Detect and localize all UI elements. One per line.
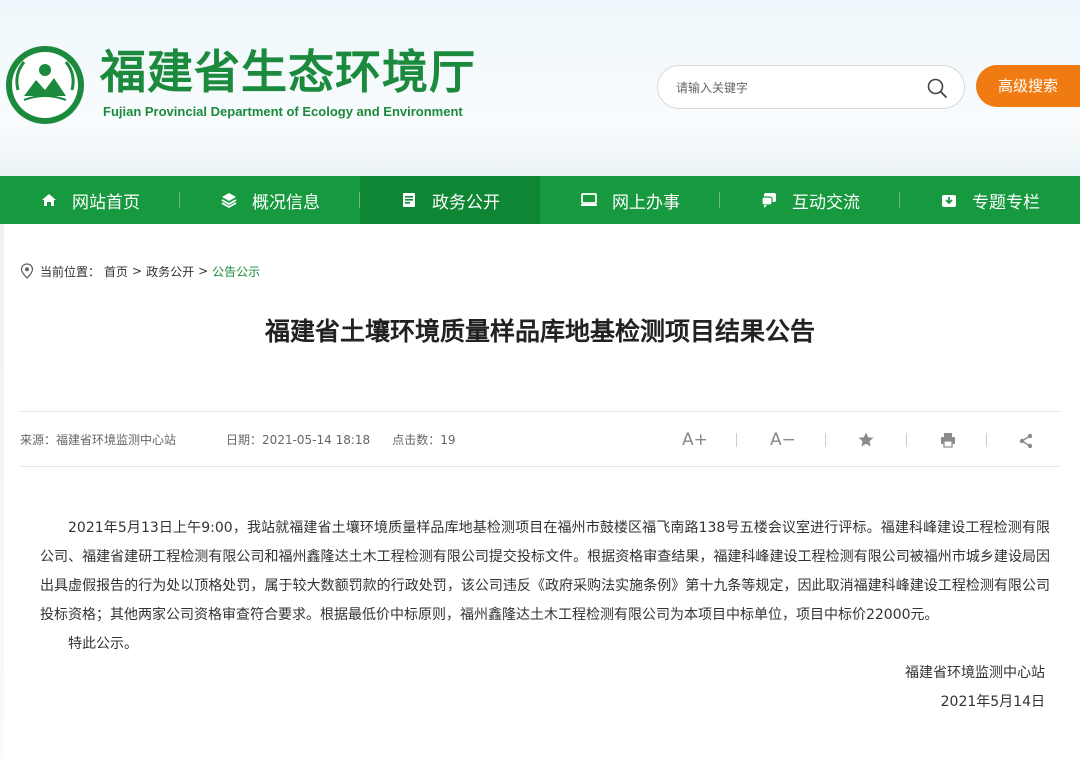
- breadcrumb-separator: >: [132, 264, 143, 278]
- advanced-search-button[interactable]: 高级搜索: [976, 65, 1080, 107]
- nav-item-label: 概况信息: [252, 192, 320, 213]
- breadcrumb-current[interactable]: 公告公示: [212, 263, 260, 280]
- source-label: 来源：: [20, 433, 57, 447]
- tool-divider: [736, 433, 737, 447]
- nav-item-overview[interactable]: 概况信息: [180, 176, 360, 224]
- search-input[interactable]: [676, 78, 916, 98]
- main-nav: 网站首页 概况信息 政务公开 网上办事 互动交流 专题专栏: [0, 176, 1080, 224]
- breadcrumb-separator: >: [198, 264, 209, 278]
- font-smaller-button[interactable]: A−: [770, 427, 796, 453]
- nav-item-interaction[interactable]: 互动交流: [720, 176, 900, 224]
- breadcrumb-prefix: 当前位置：: [40, 264, 101, 279]
- nav-item-special-topics[interactable]: 专题专栏: [900, 176, 1080, 224]
- site-title[interactable]: 福建省生态环境厅: [100, 44, 476, 100]
- home-icon: [42, 194, 56, 206]
- document-icon: [403, 193, 415, 207]
- layers-icon: [221, 193, 237, 209]
- article-paragraph: 特此公示。: [68, 636, 138, 652]
- tool-divider: [906, 433, 907, 447]
- search-box: [657, 65, 965, 109]
- nav-item-label: 网上办事: [612, 192, 680, 213]
- signature-date: 2021年5月14日: [940, 694, 1045, 710]
- download-box-icon: [942, 195, 956, 207]
- source-value: 福建省环境监测中心站: [56, 433, 177, 447]
- nav-item-label: 网站首页: [72, 192, 140, 213]
- nav-item-government-affairs[interactable]: 政务公开: [360, 176, 540, 224]
- breadcrumb-link-home[interactable]: 首页: [104, 263, 128, 280]
- monitor-icon: [581, 193, 597, 206]
- tool-divider: [986, 433, 987, 447]
- article-meta: 来源：福建省环境监测中心站 日期：2021-05-14 18:18 点击数：19: [20, 431, 455, 448]
- article-tools: A+ A−: [670, 427, 1050, 453]
- article-paragraph: 2021年5月13日上午9:00，我站就福建省土壤环境质量样品库地基检测项目在福…: [40, 520, 1050, 623]
- nav-item-label: 政务公开: [432, 192, 500, 213]
- font-larger-button[interactable]: A+: [682, 427, 708, 453]
- content-side-shadow: [0, 224, 4, 758]
- site-subtitle: Fujian Provincial Department of Ecology …: [103, 104, 463, 119]
- header-background: [0, 120, 1080, 176]
- article-body: 2021年5月13日上午9:00，我站就福建省土壤环境质量样品库地基检测项目在福…: [40, 514, 1050, 659]
- breadcrumb-link-government-affairs[interactable]: 政务公开: [146, 263, 194, 280]
- nav-item-label: 互动交流: [792, 192, 860, 213]
- date-label: 日期：: [226, 433, 263, 447]
- logo-text: ZHB: [36, 109, 55, 119]
- nav-item-home[interactable]: 网站首页: [0, 176, 180, 224]
- nav-item-online-services[interactable]: 网上办事: [540, 176, 720, 224]
- search-icon[interactable]: [926, 77, 948, 99]
- location-pin-icon: [20, 263, 34, 279]
- nav-item-label: 专题专栏: [972, 192, 1040, 213]
- meta-divider-bottom: [20, 466, 1060, 467]
- article-title: 福建省土壤环境质量样品库地基检测项目结果公告: [264, 317, 815, 346]
- share-icon[interactable]: [1018, 433, 1034, 449]
- zhb-logo-icon[interactable]: ZHB: [4, 44, 86, 126]
- clicks-value: 19: [440, 433, 456, 447]
- breadcrumb: 当前位置： 首页 > 政务公开 > 公告公示: [20, 262, 264, 280]
- site-header: ZHB 福建省生态环境厅 Fujian Provincial Departmen…: [0, 0, 1080, 176]
- date-value: 2021-05-14 18:18: [262, 433, 371, 447]
- signature-organization: 福建省环境监测中心站: [905, 665, 1045, 681]
- print-icon[interactable]: [940, 432, 956, 448]
- favorite-star-icon[interactable]: [857, 431, 875, 449]
- meta-divider-top: [20, 411, 1060, 412]
- tool-divider: [825, 433, 826, 447]
- clicks-label: 点击数：: [392, 433, 441, 447]
- chat-icon: [761, 193, 776, 208]
